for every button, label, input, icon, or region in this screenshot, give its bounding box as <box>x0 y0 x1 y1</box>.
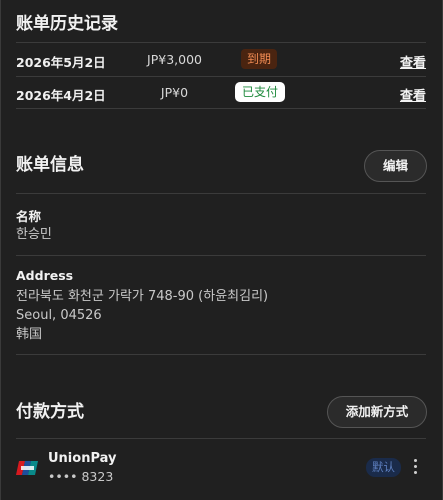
billing-info-title: 账单信息 <box>16 155 84 175</box>
history-amount: JP¥0 <box>160 85 189 100</box>
status-badge-paid: 已支付 <box>235 82 286 102</box>
default-badge: 默认 <box>366 458 401 477</box>
billing-panel: 账单历史记录 2026年5月2日 JP¥3,000 到期 查看 2026年4月2… <box>0 0 443 500</box>
history-date: 2026年5月2日 <box>16 55 106 70</box>
address-label: Address <box>16 268 74 283</box>
divider <box>16 255 426 256</box>
payment-methods-title: 付款方式 <box>16 402 84 422</box>
divider <box>16 354 426 355</box>
more-options-icon[interactable] <box>409 456 421 478</box>
address-line-1: 전라북도 화천군 가락가 748-90 (하윤최김리) <box>16 289 269 304</box>
address-line-3: 韩国 <box>16 327 43 342</box>
history-row: 2026年4月2日 JP¥0 已支付 查看 <box>16 79 426 107</box>
history-row: 2026年5月2日 JP¥3,000 到期 查看 <box>16 46 426 74</box>
address-line-2: Seoul, 04526 <box>16 308 102 323</box>
name-value: 한승민 <box>16 227 52 242</box>
card-brand: UnionPay <box>48 451 117 466</box>
divider <box>16 108 426 109</box>
history-amount: JP¥3,000 <box>147 52 202 67</box>
divider <box>16 438 426 439</box>
view-invoice-link[interactable]: 查看 <box>400 85 426 104</box>
add-payment-method-button[interactable]: 添加新方式 <box>327 396 427 428</box>
card-number-masked: •••• 8323 <box>48 469 114 484</box>
edit-billing-button[interactable]: 编辑 <box>364 150 427 182</box>
view-invoice-link[interactable]: 查看 <box>400 52 426 71</box>
name-label: 名称 <box>16 209 42 224</box>
billing-history-title: 账单历史记录 <box>16 14 118 34</box>
history-date: 2026年4月2日 <box>16 88 106 103</box>
unionpay-logo-icon <box>16 461 38 475</box>
divider <box>16 76 426 77</box>
divider <box>16 42 426 43</box>
divider <box>16 193 426 194</box>
status-badge-due: 到期 <box>241 49 278 69</box>
